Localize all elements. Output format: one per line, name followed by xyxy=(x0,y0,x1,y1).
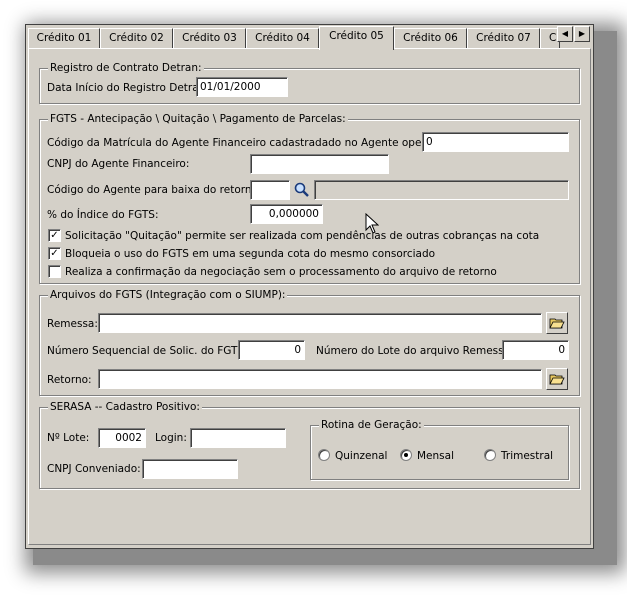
login-field[interactable] xyxy=(190,428,286,448)
left-arrow-icon: ◀ xyxy=(561,29,569,38)
checkbox-bloqueia-segunda-cota[interactable]: ✓ xyxy=(48,247,61,260)
radio-quinzenal-label: Quinzenal xyxy=(335,450,388,462)
numero-lote-label: Número do Lote do arquivo Remessa: xyxy=(316,345,514,357)
numero-lote-field[interactable]: 0 xyxy=(502,340,569,360)
serasa-group-title: SERASA -- Cadastro Positivo: xyxy=(48,401,202,413)
open-folder-icon xyxy=(549,371,565,390)
rotina-group-title: Rotina de Geração: xyxy=(319,419,424,431)
cnpj-conveniado-label: CNPJ Conveniado: xyxy=(47,463,141,475)
tab-credito-03[interactable]: Crédito 03 xyxy=(173,28,246,48)
login-label: Login: xyxy=(155,432,187,444)
codigo-agente-description xyxy=(314,180,569,200)
codigo-agente-label: Código do Agente para baixa do retorno: xyxy=(47,184,262,196)
tab-credito-05[interactable]: Crédito 05 xyxy=(319,26,394,50)
tab-strip: Crédito 01 Crédito 02 Crédito 03 Crédito… xyxy=(28,26,593,50)
radio-trimestral[interactable] xyxy=(484,449,496,461)
sequencial-field[interactable]: 0 xyxy=(238,340,305,360)
cnpj-conveniado-field[interactable] xyxy=(142,459,238,479)
radio-mensal[interactable] xyxy=(400,449,412,461)
data-inicio-field[interactable]: 01/01/2000 xyxy=(196,77,288,97)
checkbox-confirmacao-sem-retorno-label: Realiza a confirmação da negociação sem … xyxy=(65,266,497,278)
codigo-agente-field[interactable] xyxy=(250,180,290,200)
open-folder-icon xyxy=(549,315,565,334)
retorno-label: Retorno: xyxy=(47,374,92,386)
detran-group-title: Registro de Contrato Detran: xyxy=(48,62,204,74)
checkbox-confirmacao-sem-retorno[interactable] xyxy=(48,265,61,278)
remessa-field[interactable] xyxy=(98,313,542,333)
arquivos-group-title: Arquivos do FGTS (Integração com o SIUMP… xyxy=(48,289,288,301)
tab-credito-02[interactable]: Crédito 02 xyxy=(100,28,173,48)
matricula-field[interactable]: 0 xyxy=(422,132,569,152)
fgts-group-title: FGTS - Antecipação \ Quitação \ Pagament… xyxy=(48,113,348,125)
radio-trimestral-label: Trimestral xyxy=(501,450,554,462)
remessa-browse-button[interactable] xyxy=(546,312,568,334)
checkbox-quitacao-pendencias-label: Solicitação "Quitação" permite ser reali… xyxy=(65,230,540,242)
retorno-field[interactable] xyxy=(98,369,542,389)
radio-selected-dot xyxy=(404,453,408,457)
tab-credito-04[interactable]: Crédito 04 xyxy=(246,28,319,48)
tab-credito-07[interactable]: Crédito 07 xyxy=(467,28,540,48)
tab-scroll-arrows: ◀ ▶ xyxy=(550,26,592,42)
remessa-label: Remessa: xyxy=(47,318,98,330)
indice-fgts-field[interactable]: 0,000000 xyxy=(250,204,323,224)
right-arrow-icon: ▶ xyxy=(578,29,586,38)
checkbox-bloqueia-segunda-cota-label: Bloqueia o uso do FGTS em uma segunda co… xyxy=(65,248,436,260)
matricula-label: Código da Matrícula do Agente Financeiro… xyxy=(47,137,453,149)
mouse-pointer-icon xyxy=(365,212,380,238)
checkbox-quitacao-pendencias[interactable]: ✓ xyxy=(48,229,61,242)
serasa-lote-field[interactable]: 0002 xyxy=(98,428,146,448)
tab-credito-06[interactable]: Crédito 06 xyxy=(394,28,467,48)
retorno-browse-button[interactable] xyxy=(546,368,568,390)
data-inicio-label: Data Início do Registro Detran: xyxy=(47,82,209,94)
sequencial-label: Número Sequencial de Solic. do FGTS: xyxy=(47,345,248,357)
tab-credito-01[interactable]: Crédito 01 xyxy=(28,28,100,48)
radio-mensal-label: Mensal xyxy=(417,450,454,462)
tab-scroll-left-button[interactable]: ◀ xyxy=(557,26,573,42)
tab-scroll-right-button[interactable]: ▶ xyxy=(574,26,590,42)
cnpj-agente-label: CNPJ do Agente Financeiro: xyxy=(47,158,190,170)
radio-quinzenal[interactable] xyxy=(318,449,330,461)
indice-fgts-label: % do Índice do FGTS: xyxy=(47,209,159,221)
serasa-lote-label: Nº Lote: xyxy=(47,432,90,444)
magnifier-icon[interactable] xyxy=(293,181,311,199)
cnpj-agente-field[interactable] xyxy=(250,154,389,174)
